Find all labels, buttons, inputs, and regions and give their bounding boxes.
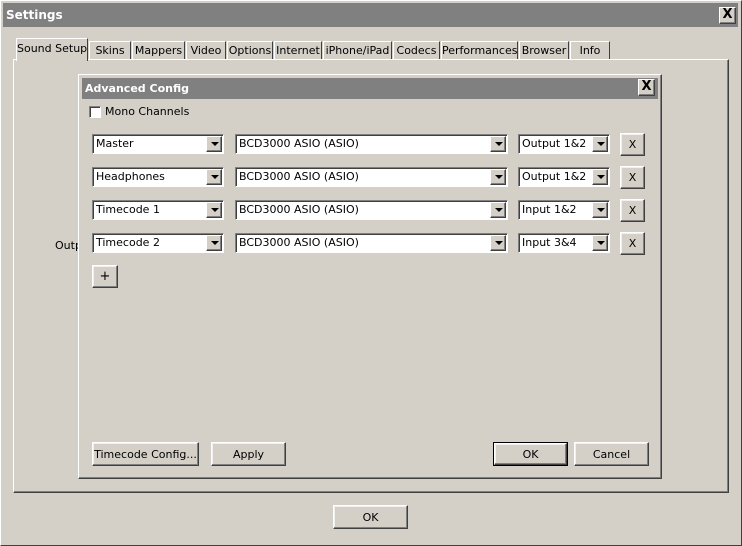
chevron-down-icon[interactable] [592, 169, 608, 185]
port-select[interactable]: Input 3&4 [518, 233, 610, 253]
dialog-close-button[interactable]: X [638, 79, 655, 96]
channel-select[interactable]: Timecode 2 [92, 233, 224, 253]
tab-codecs[interactable]: Codecs [393, 41, 440, 60]
channel-select[interactable]: Timecode 1 [92, 200, 224, 220]
chevron-down-icon[interactable] [592, 235, 608, 251]
chevron-down-icon[interactable] [490, 169, 506, 185]
tab-internet[interactable]: Internet [274, 41, 322, 60]
window-titlebar: Settings [3, 3, 738, 27]
tab-performances[interactable]: Performances [441, 41, 518, 60]
remove-row-button[interactable]: X [620, 133, 645, 156]
timecode-config-button[interactable]: Timecode Config... [92, 442, 199, 466]
cancel-button[interactable]: Cancel [574, 442, 649, 466]
chevron-down-icon[interactable] [206, 169, 222, 185]
tab-skins[interactable]: Skins [89, 41, 131, 60]
device-select[interactable]: BCD3000 ASIO (ASIO) [235, 200, 508, 220]
close-icon: X [722, 7, 733, 22]
port-select[interactable]: Output 1&2 [518, 134, 610, 154]
tab-options[interactable]: Options [227, 41, 273, 60]
port-select[interactable]: Output 1&2 [518, 167, 610, 187]
advanced-config-dialog: Advanced Config X Mono Channels Master B… [78, 74, 662, 479]
mono-channels-label: Mono Channels [105, 105, 190, 118]
channel-select[interactable]: Master [92, 134, 224, 154]
remove-row-button[interactable]: X [620, 199, 645, 222]
device-select[interactable]: BCD3000 ASIO (ASIO) [235, 167, 508, 187]
window-close-button[interactable]: X [719, 7, 736, 24]
chevron-down-icon[interactable] [206, 136, 222, 152]
remove-row-button[interactable]: X [620, 232, 645, 255]
ok-button[interactable]: OK [493, 442, 568, 466]
chevron-down-icon[interactable] [206, 202, 222, 218]
tab-sound-setup[interactable]: Sound Setup [16, 38, 88, 61]
tab-iphone-ipad[interactable]: iPhone/iPad [323, 41, 392, 60]
device-select[interactable]: BCD3000 ASIO (ASIO) [235, 233, 508, 253]
add-row-button[interactable]: + [92, 265, 118, 288]
port-select[interactable]: Input 1&2 [518, 200, 610, 220]
close-icon: X [641, 79, 652, 94]
tab-video[interactable]: Video [186, 41, 226, 60]
chevron-down-icon[interactable] [206, 235, 222, 251]
remove-row-button[interactable]: X [620, 166, 645, 189]
chevron-down-icon[interactable] [490, 202, 506, 218]
settings-ok-button[interactable]: OK [333, 505, 408, 529]
chevron-down-icon[interactable] [490, 136, 506, 152]
dialog-title: Advanced Config [85, 82, 189, 95]
tab-browser[interactable]: Browser [519, 41, 569, 60]
apply-button[interactable]: Apply [211, 442, 286, 466]
chevron-down-icon[interactable] [592, 202, 608, 218]
window-title: Settings [6, 8, 63, 22]
mono-channels-checkbox[interactable] [89, 106, 101, 118]
tab-info[interactable]: Info [570, 41, 610, 60]
tab-mappers[interactable]: Mappers [132, 41, 185, 60]
dialog-titlebar: Advanced Config [82, 78, 658, 99]
chevron-down-icon[interactable] [592, 136, 608, 152]
channel-select[interactable]: Headphones [92, 167, 224, 187]
chevron-down-icon[interactable] [490, 235, 506, 251]
device-select[interactable]: BCD3000 ASIO (ASIO) [235, 134, 508, 154]
